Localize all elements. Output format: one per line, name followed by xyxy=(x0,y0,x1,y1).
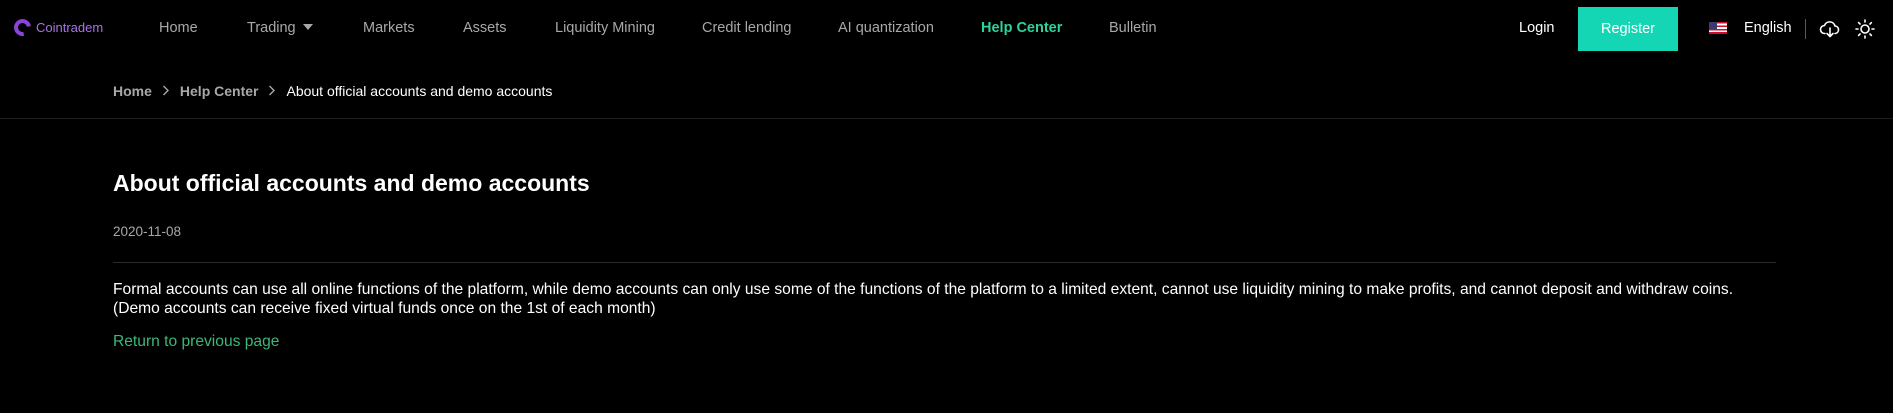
chevron-right-icon xyxy=(162,83,170,99)
article-body-line: (Demo accounts can receive fixed virtual… xyxy=(113,300,656,317)
nav-liquidity-mining[interactable]: Liquidity Mining xyxy=(555,20,655,36)
article-body-line: Formal accounts can use all online funct… xyxy=(113,281,1734,298)
brand-logo[interactable]: Cointradem xyxy=(10,15,104,40)
language-label: English xyxy=(1744,20,1792,36)
article-divider xyxy=(113,262,1776,263)
nav-assets[interactable]: Assets xyxy=(463,20,507,36)
return-to-previous-page-link[interactable]: Return to previous page xyxy=(113,333,279,351)
nav-bulletin[interactable]: Bulletin xyxy=(1109,20,1157,36)
breadcrumb-current: About official accounts and demo account… xyxy=(286,83,553,99)
nav-divider xyxy=(1805,19,1806,39)
logo-icon xyxy=(10,15,35,40)
breadcrumb-home[interactable]: Home xyxy=(113,83,152,99)
nav-markets[interactable]: Markets xyxy=(363,20,415,36)
cloud-download-icon[interactable] xyxy=(1819,18,1841,40)
article-body: Formal accounts can use all online funct… xyxy=(113,280,1793,318)
chevron-down-icon xyxy=(302,24,313,30)
nav-credit-lending[interactable]: Credit lending xyxy=(702,20,791,36)
nav-ai-quantization[interactable]: AI quantization xyxy=(838,20,934,36)
us-flag-icon xyxy=(1709,22,1727,34)
sun-icon[interactable] xyxy=(1854,18,1876,40)
login-link[interactable]: Login xyxy=(1519,20,1554,36)
breadcrumb: Home Help Center About official accounts… xyxy=(113,83,552,99)
brand-name: Cointradem xyxy=(36,20,104,35)
article-date: 2020-11-08 xyxy=(113,224,182,239)
chevron-right-icon xyxy=(268,83,276,99)
nav-trading[interactable]: Trading xyxy=(247,20,313,36)
top-navbar: Cointradem Home Trading Markets Assets L… xyxy=(0,0,1893,58)
breadcrumb-divider xyxy=(0,118,1893,119)
breadcrumb-help-center[interactable]: Help Center xyxy=(180,83,259,99)
article-title: About official accounts and demo account… xyxy=(113,170,590,196)
nav-home[interactable]: Home xyxy=(159,20,198,36)
language-selector[interactable]: English xyxy=(1709,20,1792,36)
register-button[interactable]: Register xyxy=(1578,7,1678,51)
nav-help-center[interactable]: Help Center xyxy=(981,20,1062,36)
nav-trading-label: Trading xyxy=(247,20,296,36)
